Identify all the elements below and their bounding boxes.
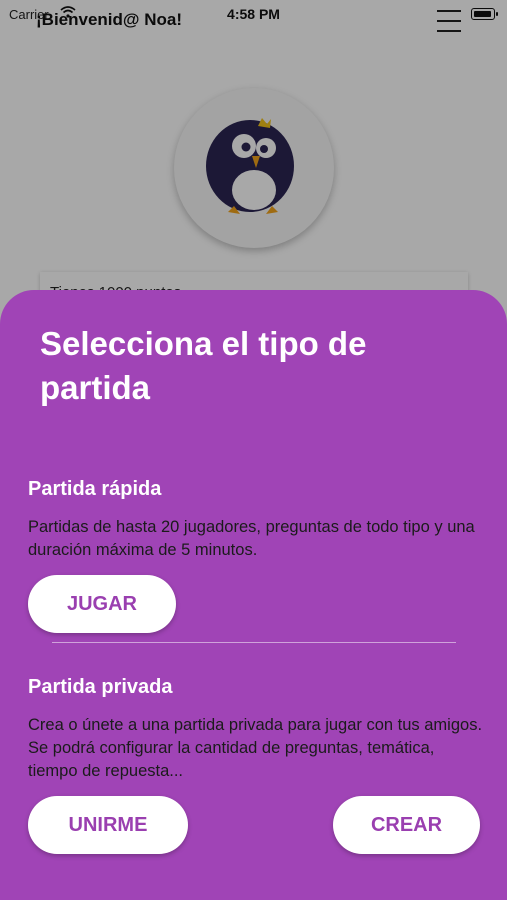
create-button[interactable]: CREAR <box>333 796 480 854</box>
play-button[interactable]: JUGAR <box>28 575 176 633</box>
quick-game-title: Partida rápida <box>28 478 162 500</box>
game-type-sheet: Selecciona el tipo de partida Partida rá… <box>0 290 507 900</box>
join-button[interactable]: UNIRME <box>28 796 188 854</box>
section-divider <box>52 642 456 643</box>
private-game-title: Partida privada <box>28 676 173 698</box>
private-game-description: Crea o únete a una partida privada para … <box>28 716 483 780</box>
sheet-title: Selecciona el tipo de partida <box>40 325 367 406</box>
quick-game-description: Partidas de hasta 20 jugadores, pregunta… <box>28 518 475 559</box>
